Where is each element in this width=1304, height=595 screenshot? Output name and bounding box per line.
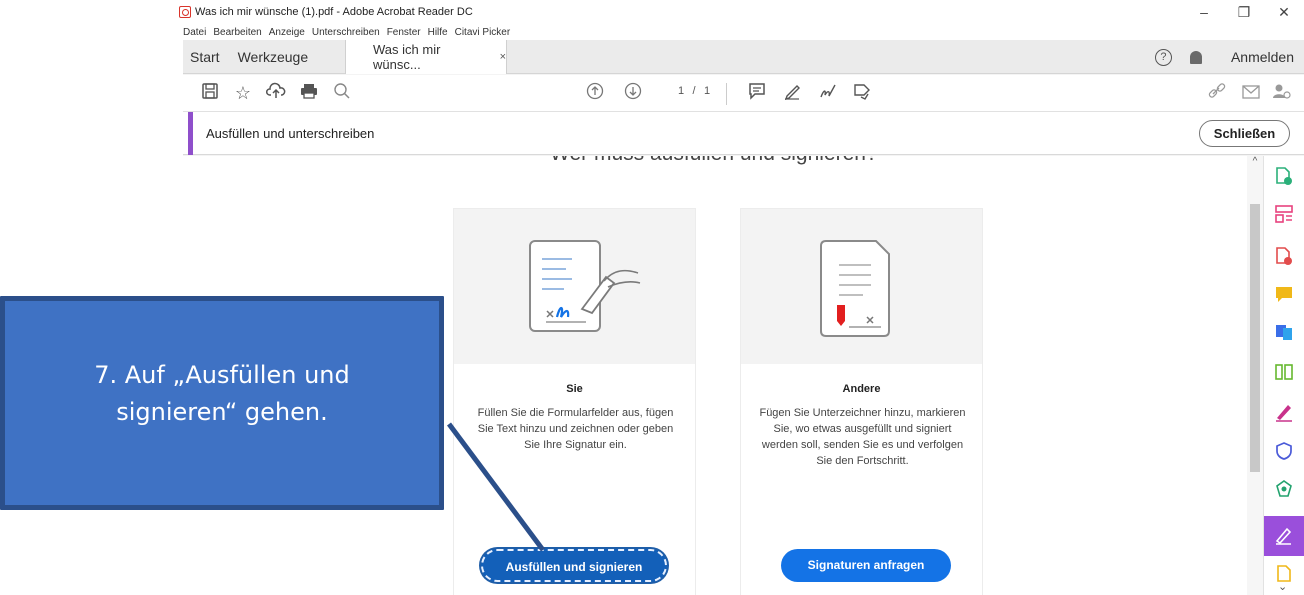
screenshot: Was ich mir wünsche (1).pdf - Adobe Acro… (0, 0, 1304, 595)
callout-pointer-line (446, 422, 546, 552)
